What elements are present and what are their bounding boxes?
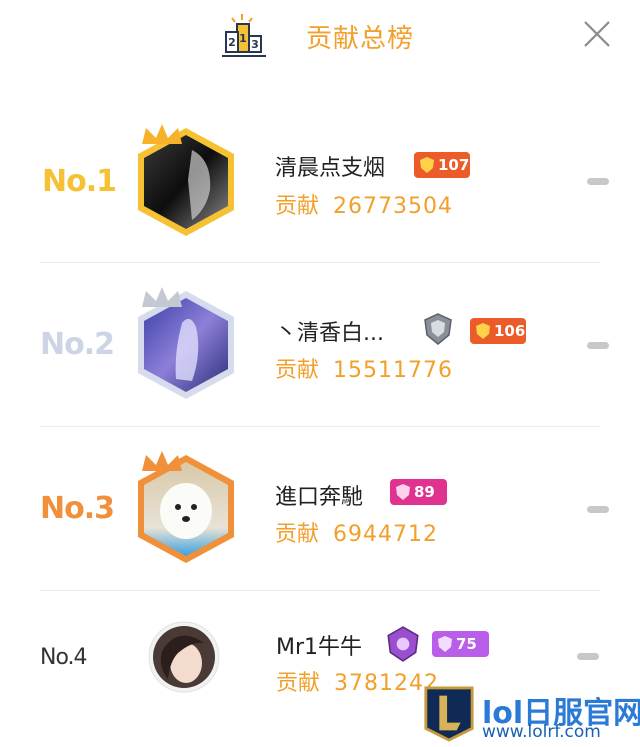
trend-dash-icon [577,653,599,660]
rank-label: No.3 [40,491,115,526]
user-name: Mr1牛牛 [276,635,363,660]
rank-label: No.2 [40,327,115,362]
contribution: 贡献 15511776 [275,352,453,384]
trend-dash-icon [587,506,609,513]
svg-text:1: 1 [239,32,247,45]
level-badge: 89 [390,479,447,505]
league-logo-icon [424,686,474,742]
contribution-value: 6944712 [333,522,438,547]
avatar[interactable] [148,621,220,693]
contribution: 贡献 26773504 [275,188,453,220]
rank-emblem-icon [387,626,419,662]
contribution-label: 贡献 [275,522,320,547]
rank-label: No.1 [42,164,117,199]
level-value: 75 [456,635,477,653]
watermark-url: www.lolrf.com [482,722,601,742]
user-name: 丶清香白... [275,321,384,346]
rank-emblem-icon [424,313,452,345]
avatar[interactable] [132,283,240,401]
trend-dash-icon [587,178,609,185]
avatar[interactable] [132,447,240,565]
page-title: 贡献总榜 [306,24,415,54]
contribution-value: 26773504 [333,194,453,219]
shield-icon [420,157,434,173]
level-badge: 75 [432,631,489,657]
contribution-label: 贡献 [275,358,320,383]
svg-text:2: 2 [228,36,236,49]
trend-dash-icon [587,342,609,349]
watermark: lol日服官网 www.lolrf.com [420,682,640,747]
contribution: 贡献 3781242 [276,665,439,697]
podium-icon: 1 2 3 [222,14,266,57]
level-value: 106 [494,322,526,340]
contribution-label: 贡献 [276,671,321,696]
contribution-label: 贡献 [275,194,320,219]
list-item[interactable]: No.1 清晨点支烟 107 贡献 26773504 [0,100,640,262]
shield-icon [396,484,410,500]
user-name: 進口奔馳 [275,485,364,510]
level-value: 89 [414,483,435,501]
close-icon[interactable] [581,18,613,50]
level-value: 107 [438,156,470,174]
shield-icon [438,636,452,652]
header: 1 2 3 贡献总榜 [0,0,640,72]
contribution: 贡献 6944712 [275,516,438,548]
user-name: 清晨点支烟 [275,156,386,181]
level-badge: 107 [414,152,470,178]
list-item[interactable]: No.2 丶清香白... 106 贡献 15511776 [0,263,640,426]
avatar[interactable] [132,120,240,238]
shield-icon [476,323,490,339]
contribution-value: 15511776 [333,358,453,383]
svg-text:3: 3 [251,38,259,51]
level-badge: 106 [470,318,526,344]
list-item[interactable]: No.3 進口奔馳 89 贡献 6944712 [0,427,640,590]
rank-label: No.4 [40,645,88,670]
